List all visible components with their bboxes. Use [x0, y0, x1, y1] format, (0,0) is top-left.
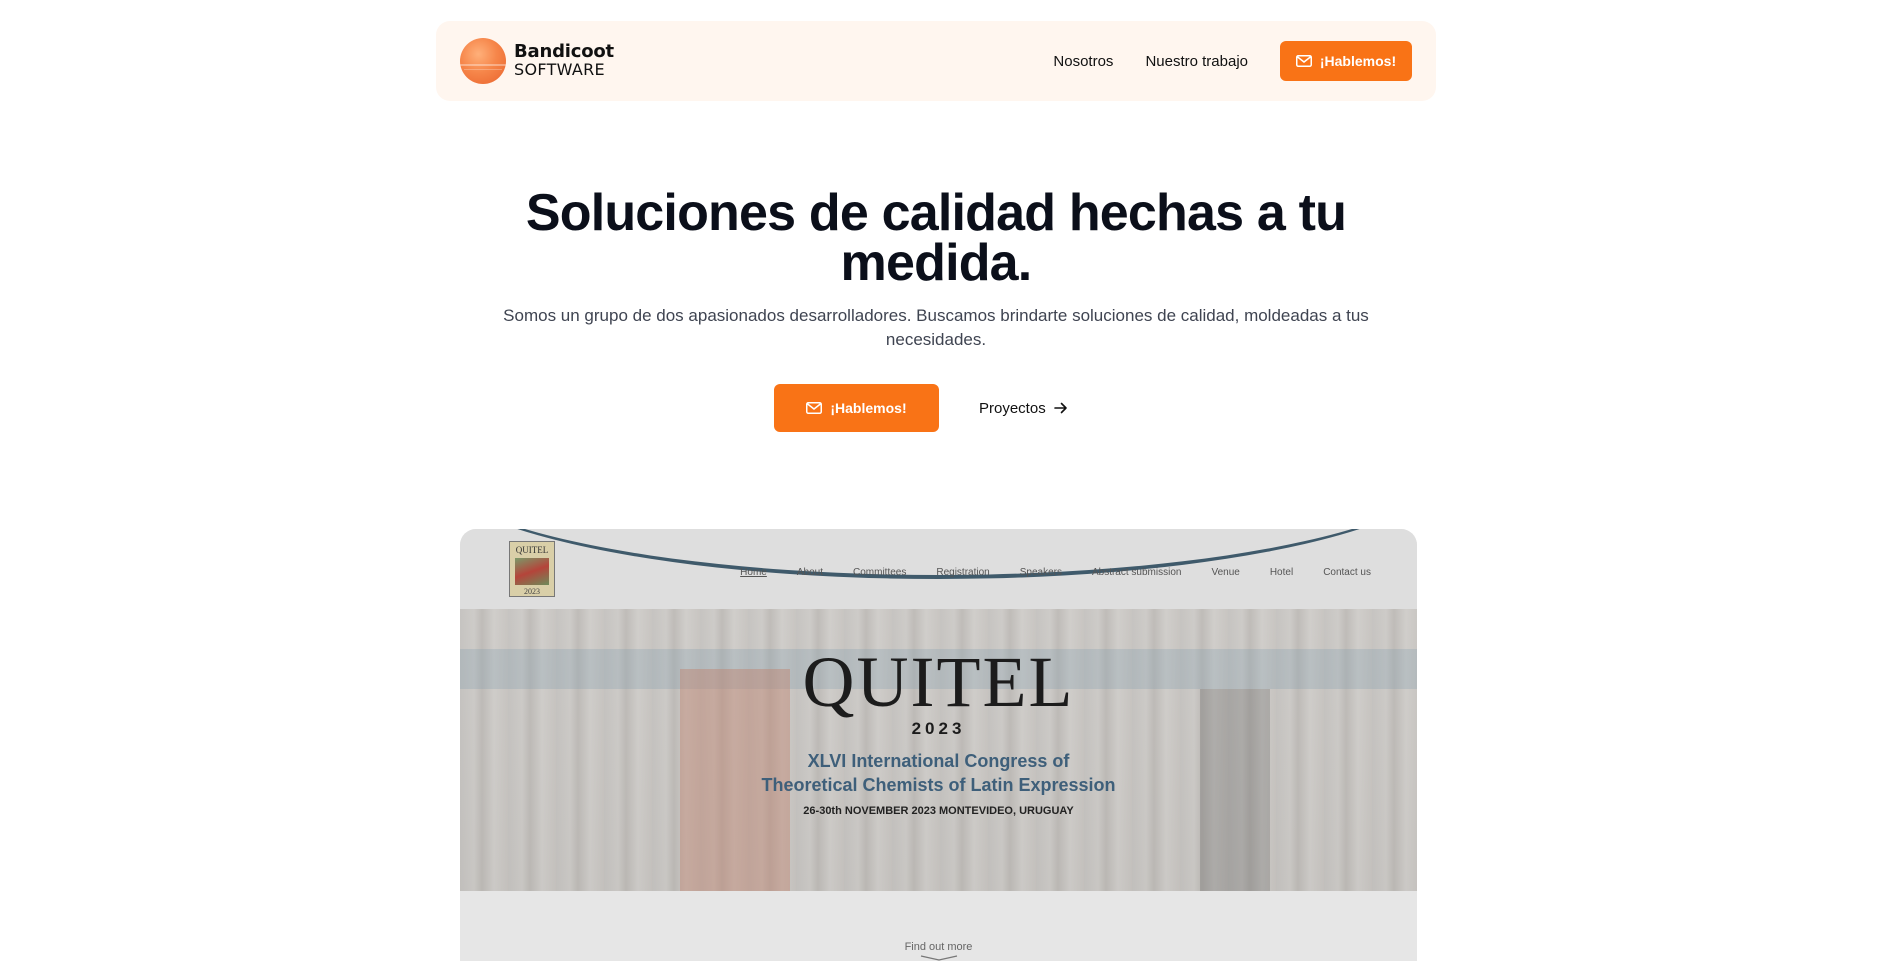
showcase-logo-year: 2023	[524, 587, 540, 596]
nav-link-nuestro-trabajo[interactable]: Nuestro trabajo	[1145, 53, 1248, 70]
showcase-date: 26-30th NOVEMBER 2023 MONTEVIDEO, URUGUA…	[803, 805, 1074, 817]
showcase-nav-home: Home	[740, 567, 767, 578]
showcase-nav: Home About Committees Registration Speak…	[710, 567, 1371, 578]
brand[interactable]: Bandicoot SOFTWARE	[460, 38, 614, 84]
hero-actions: ¡Hablemos! Proyectos	[774, 384, 1068, 432]
showcase-year: 2023	[911, 719, 966, 738]
showcase-nav-speakers: Speakers	[1019, 567, 1062, 578]
hero-contact-button[interactable]: ¡Hablemos!	[774, 384, 939, 432]
showcase-nav-abstract: Abstract submission	[1091, 567, 1182, 578]
main-nav: Nosotros Nuestro trabajo ¡Hablemos!	[1053, 41, 1412, 81]
showcase-hero-image	[460, 589, 1417, 891]
showcase-nav-committees: Committees	[853, 567, 907, 578]
site-navbar: Bandicoot SOFTWARE Nosotros Nuestro trab…	[436, 21, 1436, 101]
hero-description: Somos un grupo de dos apasionados desarr…	[503, 306, 1369, 349]
showcase-nav-venue: Venue	[1211, 567, 1240, 578]
showcase-nav-registration: Registration	[936, 567, 990, 578]
showcase-bottom: Find out more	[460, 891, 1417, 961]
projects-link[interactable]: Proyectos	[979, 400, 1068, 417]
nav-link-nosotros[interactable]: Nosotros	[1053, 53, 1113, 70]
nav-contact-button[interactable]: ¡Hablemos!	[1280, 41, 1412, 81]
mail-icon	[1295, 55, 1312, 67]
hero-contact-label: ¡Hablemos!	[830, 400, 907, 416]
showcase-nav-contact: Contact us	[1323, 567, 1371, 578]
arrow-right-icon	[1053, 402, 1067, 414]
project-showcase[interactable]: QUITEL 2023 Home About Committees Regist…	[460, 529, 1417, 961]
nav-contact-label: ¡Hablemos!	[1319, 53, 1397, 69]
chevron-down-icon	[920, 955, 958, 961]
showcase-nav-hotel: Hotel	[1269, 567, 1294, 578]
showcase-subtitle-line2: Theoretical Chemists of Latin Expression	[761, 775, 1116, 795]
showcase-logo-word: QUITEL	[515, 545, 549, 555]
brand-subtitle: SOFTWARE	[514, 60, 605, 80]
brand-logo	[460, 38, 506, 84]
showcase-find-more: Find out more	[904, 941, 973, 953]
brand-text: Bandicoot SOFTWARE	[514, 42, 614, 80]
mail-icon	[806, 402, 823, 414]
showcase-subtitle-line1: XLVI International Congress of	[807, 751, 1070, 771]
showcase-nav-about: About	[796, 567, 823, 578]
hero-title: Soluciones de calidad hechas a tu medida…	[525, 184, 1347, 292]
showcase-title: QUITEL	[802, 642, 1075, 722]
projects-link-label: Proyectos	[979, 399, 1046, 417]
showcase-logo: QUITEL 2023	[509, 541, 555, 597]
